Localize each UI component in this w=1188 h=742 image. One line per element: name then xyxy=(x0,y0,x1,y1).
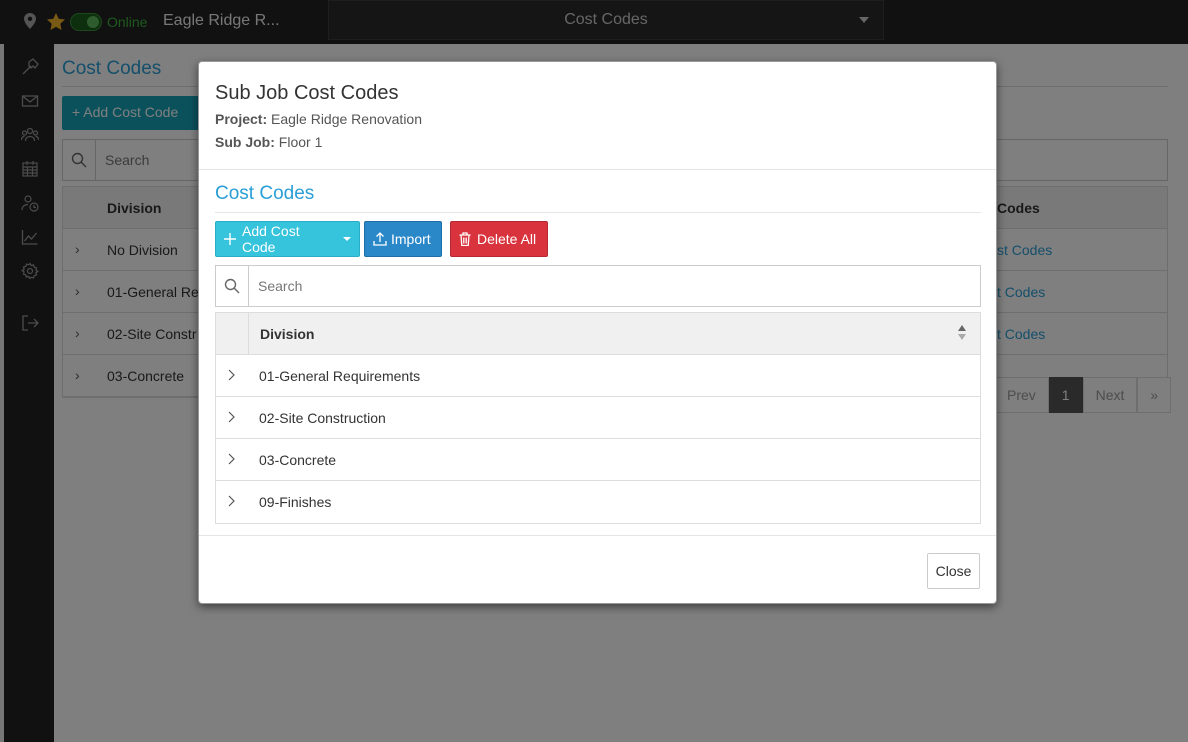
project-label: Project: xyxy=(215,111,268,127)
column-division[interactable]: Division xyxy=(260,326,314,342)
chevron-right-icon[interactable] xyxy=(226,410,236,427)
table-row[interactable]: 01-General Requirements xyxy=(216,355,980,397)
division-table: Division 01-General Requirements 02-Site… xyxy=(215,312,981,524)
search-bar xyxy=(215,265,981,307)
project-value: Eagle Ridge Renovation xyxy=(271,111,423,127)
divider xyxy=(199,169,996,170)
chevron-right-icon[interactable] xyxy=(226,494,236,511)
divider xyxy=(215,212,981,213)
plus-icon xyxy=(224,233,236,245)
row-division: 02-Site Construction xyxy=(259,410,386,426)
import-button[interactable]: Import xyxy=(364,221,442,257)
chevron-right-icon[interactable] xyxy=(226,452,236,469)
row-division: 01-General Requirements xyxy=(259,368,421,384)
table-header: Division xyxy=(216,313,980,355)
delete-all-label: Delete All xyxy=(477,231,537,247)
add-cost-code-label: Add Cost Code xyxy=(242,223,300,255)
sort-icon[interactable] xyxy=(958,325,966,343)
table-row[interactable]: 09-Finishes xyxy=(216,481,980,523)
table-row[interactable]: 03-Concrete xyxy=(216,439,980,481)
import-label: Import xyxy=(391,231,431,247)
modal-title: Sub Job Cost Codes xyxy=(215,82,399,104)
caret-down-icon xyxy=(343,237,351,241)
trash-icon xyxy=(459,232,471,246)
search-input[interactable] xyxy=(250,266,978,306)
column-separator xyxy=(248,313,249,355)
subjob-label: Sub Job: xyxy=(215,134,275,150)
delete-all-button[interactable]: Delete All xyxy=(450,221,548,257)
project-meta: Project: Eagle Ridge Renovation xyxy=(215,111,422,127)
add-cost-code-button[interactable]: Add Cost Code xyxy=(215,221,360,257)
upload-icon xyxy=(373,232,387,246)
row-division: 09-Finishes xyxy=(259,494,332,510)
section-title: Cost Codes xyxy=(215,183,315,204)
subjob-meta: Sub Job: Floor 1 xyxy=(215,134,322,150)
divider xyxy=(199,535,996,536)
table-row[interactable]: 02-Site Construction xyxy=(216,397,980,439)
chevron-right-icon[interactable] xyxy=(226,368,236,385)
close-button[interactable]: Close xyxy=(927,553,980,589)
sub-job-cost-codes-modal: Sub Job Cost Codes Project: Eagle Ridge … xyxy=(198,61,997,604)
search-icon xyxy=(216,266,249,306)
row-division: 03-Concrete xyxy=(259,452,337,468)
subjob-value: Floor 1 xyxy=(278,134,323,150)
